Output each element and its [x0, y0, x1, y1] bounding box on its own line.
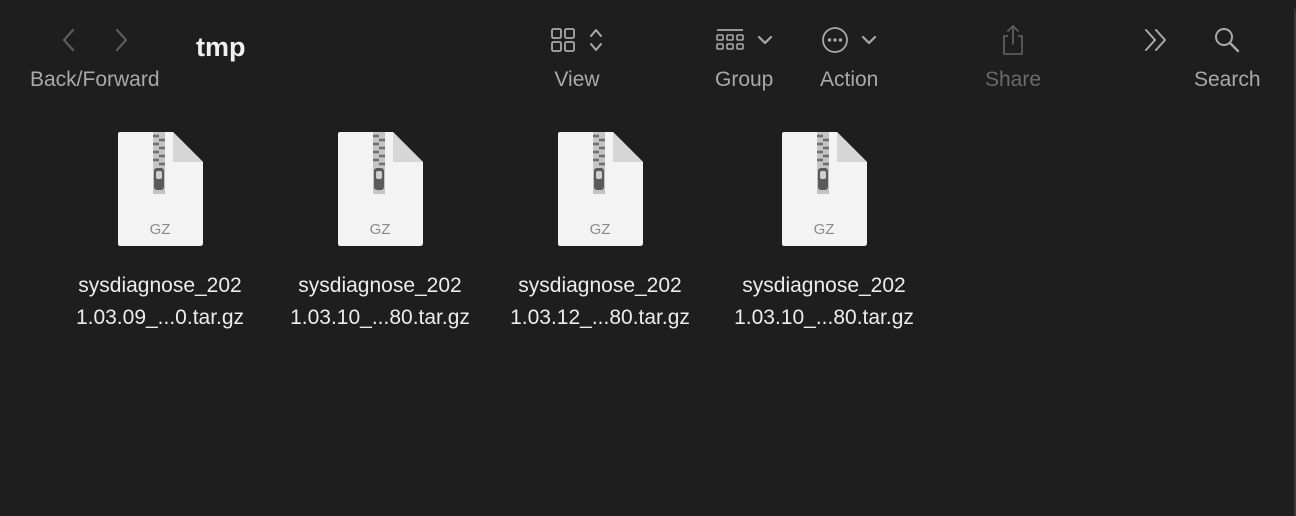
magnifier-icon: [1215, 28, 1240, 53]
gz-archive-icon: GZ: [782, 132, 867, 246]
double-chevron-icon: [1145, 29, 1166, 51]
share-button[interactable]: [1000, 20, 1026, 60]
file-name: sysdiagnose_202 1.03.09_...0.tar.gz: [76, 270, 244, 334]
svg-text:GZ: GZ: [814, 221, 835, 238]
share-icon: [1003, 25, 1023, 55]
grid-icon: [551, 28, 575, 52]
view-label: View: [554, 68, 600, 91]
back-forward-group: Back/Forward: [30, 20, 160, 92]
svg-text:GZ: GZ: [370, 221, 391, 238]
file-name: sysdiagnose_202 1.03.10_...80.tar.gz: [734, 270, 914, 334]
file-name-line2: 1.03.10_...80.tar.gz: [734, 306, 914, 329]
more-button[interactable]: [1142, 20, 1170, 60]
group-group[interactable]: Group: [715, 20, 773, 92]
up-down-chevron-icon: [590, 29, 602, 51]
gz-archive-icon: GZ: [338, 132, 423, 246]
chevron-left-icon: [62, 28, 74, 52]
file-item[interactable]: GZ sysdiagnose_202 1.03.12_...80.tar.gz: [495, 130, 705, 334]
chevron-right-icon: [115, 28, 127, 52]
action-button[interactable]: [821, 20, 877, 60]
file-item[interactable]: GZ sysdiagnose_202 1.03.10_...80.tar.gz: [275, 130, 485, 334]
file-name-line2: 1.03.09_...0.tar.gz: [75, 306, 245, 329]
chevron-down-icon: [862, 35, 877, 45]
gz-archive-icon: GZ: [558, 132, 643, 246]
search-label: Search: [1194, 68, 1261, 91]
action-group[interactable]: Action: [820, 20, 878, 92]
more-group[interactable]: [1142, 20, 1170, 60]
group-button[interactable]: [715, 20, 773, 60]
back-button[interactable]: [61, 27, 77, 53]
file-name-line1: sysdiagnose_202: [742, 274, 906, 297]
chevron-down-icon: [758, 35, 773, 45]
svg-text:GZ: GZ: [590, 221, 611, 238]
group-icon: [716, 29, 744, 50]
window-title: tmp: [196, 32, 246, 62]
gz-archive-icon: GZ: [118, 132, 203, 246]
forward-button[interactable]: [113, 27, 129, 53]
finder-window: Back/Forward tmp View Group Action Share…: [0, 0, 1296, 516]
file-name-line1: sysdiagnose_202: [78, 274, 242, 297]
action-label: Action: [820, 68, 879, 91]
share-group[interactable]: Share: [985, 20, 1041, 92]
search-button[interactable]: [1213, 20, 1241, 60]
back-forward-buttons: [61, 20, 129, 60]
file-name: sysdiagnose_202 1.03.10_...80.tar.gz: [290, 270, 470, 334]
view-button[interactable]: [550, 20, 604, 60]
view-group[interactable]: View: [550, 20, 604, 92]
svg-text:GZ: GZ: [150, 221, 171, 238]
file-name-line2: 1.03.10_...80.tar.gz: [290, 306, 470, 329]
file-item[interactable]: GZ sysdiagnose_202 1.03.09_...0.tar.gz: [55, 130, 265, 334]
back-forward-label: Back/Forward: [30, 68, 160, 91]
toolbar: Back/Forward tmp View Group Action Share…: [0, 0, 1296, 110]
group-label: Group: [715, 68, 774, 91]
file-name: sysdiagnose_202 1.03.12_...80.tar.gz: [510, 270, 690, 334]
share-label: Share: [985, 68, 1042, 91]
file-item[interactable]: GZ sysdiagnose_202 1.03.10_...80.tar.gz: [719, 130, 929, 334]
search-group[interactable]: Search: [1194, 20, 1261, 92]
file-grid: GZ sysdiagnose_202 1.03.09_...0.tar.gz G…: [0, 130, 1296, 350]
file-name-line2: 1.03.12_...80.tar.gz: [510, 306, 690, 329]
file-name-line1: sysdiagnose_202: [298, 274, 462, 297]
file-name-line1: sysdiagnose_202: [518, 274, 682, 297]
ellipsis-circle-icon: [822, 27, 849, 53]
